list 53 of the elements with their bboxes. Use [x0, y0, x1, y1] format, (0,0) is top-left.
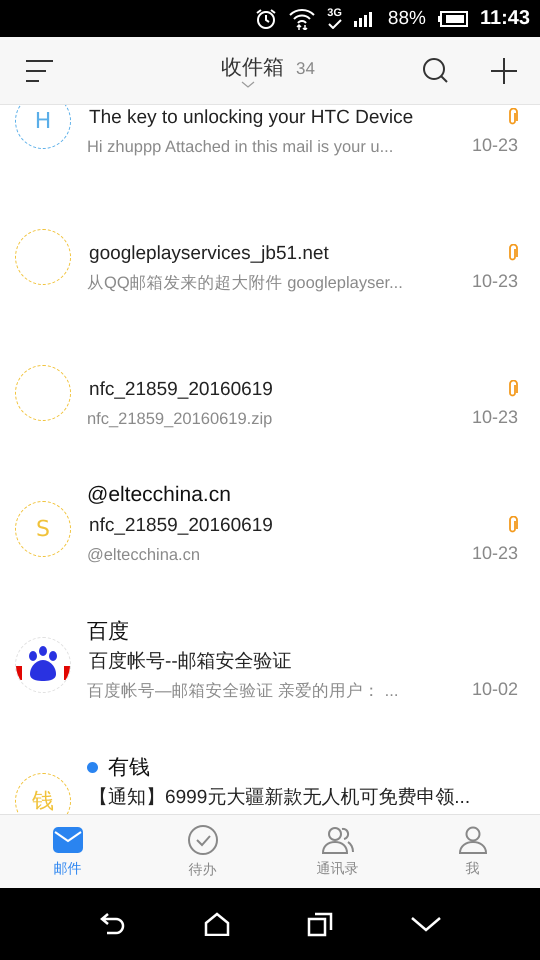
back-icon[interactable] [98, 912, 126, 936]
mail-date: 10-23 [472, 542, 518, 565]
tab[interactable]: 邮件 [0, 815, 135, 888]
folder-title[interactable]: 收件箱 [221, 53, 284, 81]
avatar: S [15, 501, 71, 557]
home-icon[interactable] [204, 912, 230, 936]
mail-sender: @eltecchina.cn [87, 483, 231, 507]
wifi-icon [289, 8, 316, 30]
mail-preview: Hi zhuppp Attached in this mail is your u... [87, 137, 394, 158]
mail-row[interactable]: googleplayservices_jb51.net 从QQ邮箱发来的超大附件 googleplayser... 10-23 [0, 200, 540, 336]
mail-date: 10-02 [472, 678, 518, 701]
compose-button[interactable] [490, 56, 518, 84]
check-circle-icon [188, 824, 218, 854]
mail-preview: 从QQ邮箱发来的超大附件 googleplayser... [87, 273, 404, 294]
mail-date: 10-23 [472, 134, 518, 157]
menu-icon [26, 60, 54, 82]
battery-icon [438, 10, 468, 26]
mail-preview: 百度帐号—邮箱安全验证 亲爱的用户： ... [87, 681, 400, 702]
mail-date: 10-23 [472, 270, 518, 293]
person-icon [458, 826, 486, 854]
mail-subject: 【通知】6999元大疆新款无人机可免费申领... [88, 786, 472, 810]
contacts-icon [322, 826, 354, 854]
avatar: 钱 [15, 773, 71, 814]
paperclip-icon [508, 516, 518, 534]
avatar: H [15, 105, 71, 149]
recent-apps-icon[interactable] [306, 911, 332, 937]
menu-button[interactable] [26, 60, 54, 82]
mail-row[interactable]: 百度 百度帐号--邮箱安全验证 百度帐号—邮箱安全验证 亲爱的用户： ... 10-02 [0, 608, 540, 744]
mail-subject: The key to unlocking your HTC Device [88, 106, 414, 130]
paperclip-icon [508, 108, 518, 126]
network-type: 3G [327, 8, 342, 19]
mail-row[interactable]: nfc_21859_20160619 nfc_21859_20160619.zip 10-23 [0, 336, 540, 472]
paperclip-icon [508, 380, 518, 398]
mail-subject: nfc_21859_20160619 [88, 514, 274, 538]
mail-row[interactable]: @eltecchina.cn S nfc_21859_20160619 @eltecchina.cn 10-23 [0, 472, 540, 608]
search-button[interactable] [422, 56, 450, 84]
mail-date: 10-23 [472, 406, 518, 429]
mail-preview: nfc_21859_20160619.zip [87, 409, 274, 430]
envelope-icon [52, 826, 84, 854]
mail-subject: googleplayservices_jb51.net [88, 242, 330, 266]
clock: 11:43 [480, 7, 530, 30]
battery-percent: 88% [388, 8, 426, 30]
mail-preview: @eltecchina.cn [87, 545, 202, 566]
mail-sender: 有钱 [108, 755, 150, 781]
chevron-down-icon[interactable] [410, 914, 442, 934]
alarm-icon [255, 8, 278, 30]
mail-subject: 百度帐号--邮箱安全验证 [88, 650, 293, 674]
mail-row[interactable]: H The key to unlocking your HTC Device Hi zhuppp Attached in this mail is your u... 10-23 [0, 105, 540, 200]
check-icon [328, 19, 342, 29]
mail-count: 34 [296, 59, 315, 79]
paperclip-icon [508, 244, 518, 262]
mail-sender: 百度 [87, 619, 129, 645]
mail-subject: nfc_21859_20160619 [88, 378, 274, 402]
